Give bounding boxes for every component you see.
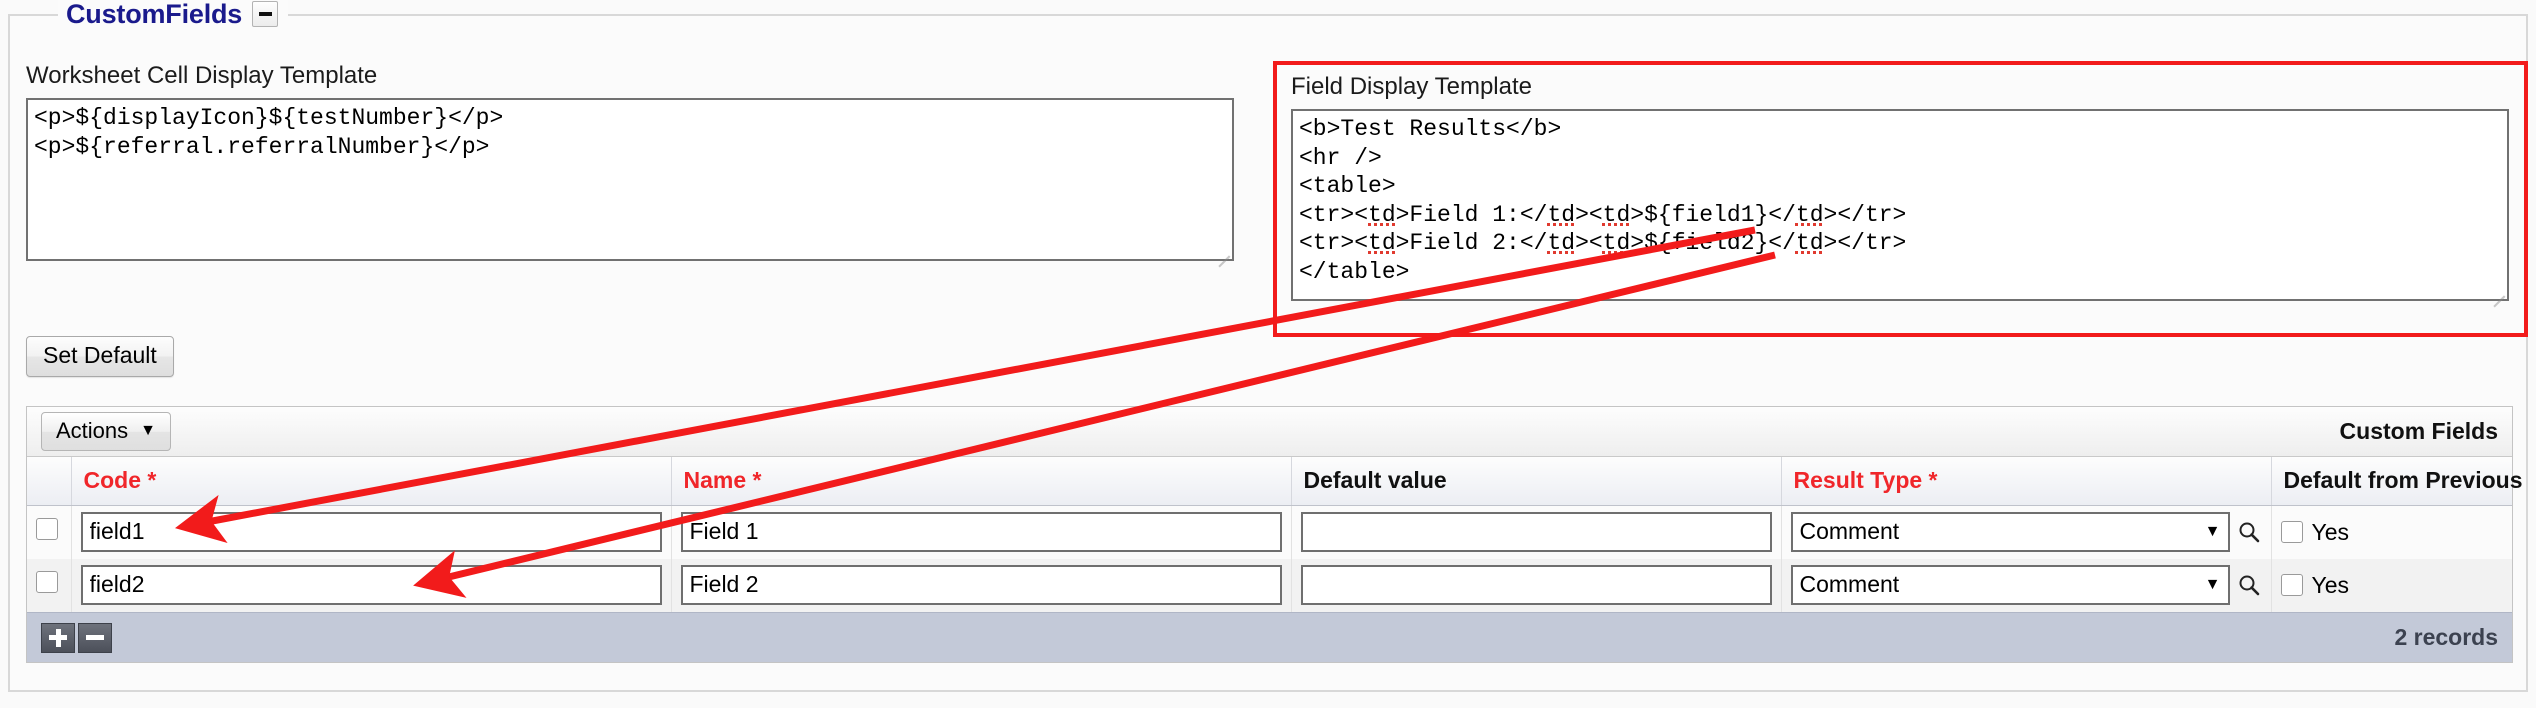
line4-part2: >Field 1:</ (1395, 201, 1548, 228)
line4-part5: ></tr> (1823, 201, 1907, 228)
line5-part5: ></tr> (1823, 230, 1907, 256)
column-header-result-type[interactable]: Result Type * (1781, 457, 2272, 506)
select-all-header (27, 457, 72, 506)
result-type-cell: Comment ▼ (1781, 559, 2272, 612)
worksheet-template-textarea[interactable]: <p>${displayIcon}${testNumber}</p> <p>${… (26, 98, 1234, 261)
default-from-previous-cell: Yes (2271, 559, 2512, 612)
line4-part3: >< (1575, 201, 1603, 228)
line5-misspell3: td (1602, 230, 1631, 256)
column-header-name[interactable]: Name * (671, 457, 1292, 506)
field-template-group: Field Display Template <b>Test Results</… (1291, 73, 2509, 307)
code-cell (71, 505, 672, 559)
row-checkbox[interactable] (36, 518, 58, 540)
plus-icon[interactable] (41, 622, 75, 653)
grid-title: Custom Fields (2339, 418, 2498, 444)
name-input[interactable] (680, 512, 1282, 552)
line5-part2: >Field 2:</ (1395, 230, 1548, 256)
actions-button-label: Actions (56, 418, 129, 443)
code-input[interactable] (80, 565, 662, 605)
minus-icon[interactable] (252, 1, 279, 27)
field-template-label: Field Display Template (1291, 73, 1532, 100)
result-type-select[interactable]: Comment ▼ (1790, 565, 2230, 605)
result-type-select[interactable]: Comment ▼ (1790, 512, 2230, 552)
line4-part4: >${field1}</ (1630, 201, 1796, 228)
code-cell (71, 559, 672, 612)
default-from-previous-label: Yes (2311, 518, 2350, 545)
record-count-label: 2 records (2394, 624, 2498, 650)
column-header-default-value[interactable]: Default value (1291, 457, 1782, 506)
result-type-select-wrap: Comment ▼ (1790, 565, 2262, 605)
code-input[interactable] (80, 512, 662, 552)
worksheet-template-group: Worksheet Cell Display Template <p>${dis… (26, 62, 1234, 267)
chevron-down-icon: ▼ (2204, 575, 2221, 593)
line4-misspell4: td (1795, 201, 1824, 228)
result-type-cell: Comment ▼ (1781, 505, 2272, 559)
line4-misspell1: td (1368, 201, 1396, 228)
line4-part1: <tr>< (1299, 201, 1369, 228)
chevron-down-icon: ▼ (2204, 522, 2221, 540)
default-from-previous-cell: Yes (2271, 505, 2512, 559)
panel-legend: CustomFields (58, 0, 289, 30)
row-select-cell (27, 559, 72, 612)
default-value-input[interactable] (1300, 512, 1772, 552)
line4-misspell2: td (1547, 201, 1576, 228)
magnifier-icon[interactable] (2236, 572, 2262, 598)
result-type-value: Comment (1799, 571, 1900, 597)
line5-misspell4: td (1795, 230, 1824, 256)
line4-misspell3: td (1602, 201, 1631, 228)
grid-footer: 2 records (27, 612, 2512, 662)
line5-part1: <tr>< (1299, 230, 1369, 256)
magnifier-icon[interactable] (2236, 519, 2262, 545)
default-value-cell (1291, 559, 1782, 612)
column-header-default-from-previous[interactable]: Default from Previous (2271, 457, 2523, 506)
field-template-line-6: </table> (1299, 258, 1410, 285)
default-from-previous-label: Yes (2311, 571, 2350, 598)
field-template-highlight-box: Field Display Template <b>Test Results</… (1273, 61, 2528, 337)
row-add-remove-group (41, 622, 112, 653)
custom-fields-table: Code * Name * Default value Result Type … (27, 457, 2523, 612)
worksheet-template-textarea-wrap: <p>${displayIcon}${testNumber}</p> <p>${… (26, 98, 1234, 267)
line5-misspell1: td (1368, 230, 1396, 256)
worksheet-template-label: Worksheet Cell Display Template (26, 62, 378, 89)
line5-part4: >${field2}</ (1630, 230, 1796, 256)
actions-button[interactable]: Actions ▼ (41, 412, 171, 451)
table-header-row: Code * Name * Default value Result Type … (27, 457, 2523, 506)
name-cell (671, 505, 1292, 559)
minus-icon[interactable] (78, 622, 112, 653)
row-select-cell (27, 505, 72, 559)
name-cell (671, 559, 1292, 612)
grid-toolbar: Actions ▼ Custom Fields (27, 407, 2512, 457)
column-header-code[interactable]: Code * (71, 457, 672, 506)
line5-part3: >< (1575, 230, 1603, 256)
field-template-textarea[interactable]: <b>Test Results</b> <hr /> <table> <tr><… (1291, 109, 2509, 301)
field-template-line-4: <tr><td>Field 1:</td><td>${field1}</td><… (1299, 202, 1906, 228)
default-value-cell (1291, 505, 1782, 559)
set-default-button[interactable]: Set Default (26, 336, 174, 377)
table-row: Comment ▼ Yes (27, 559, 2512, 612)
field-template-line-5: <tr><td>Field 2:</td><td>${field2}</td><… (1299, 230, 1906, 256)
chevron-down-icon: ▼ (140, 422, 156, 439)
field-template-textarea-wrap: <b>Test Results</b> <hr /> <table> <tr><… (1291, 109, 2509, 307)
result-type-select-wrap: Comment ▼ (1790, 512, 2262, 552)
line5-misspell2: td (1547, 230, 1576, 256)
result-type-value: Comment (1799, 518, 1900, 544)
field-template-line-2: <hr /> (1299, 144, 1382, 171)
name-input[interactable] (680, 565, 1282, 605)
custom-fields-grid: Actions ▼ Custom Fields Code * Name * De… (26, 406, 2523, 663)
default-value-input[interactable] (1300, 565, 1772, 605)
panel-legend-label: CustomFields (66, 0, 243, 29)
field-template-line-3: <table> (1299, 173, 1396, 199)
default-from-previous-checkbox[interactable] (2280, 574, 2303, 596)
custom-fields-panel: CustomFields Worksheet Cell Display Temp… (8, 0, 2528, 692)
table-row: Comment ▼ Yes (27, 505, 2512, 559)
row-checkbox[interactable] (36, 571, 58, 593)
field-template-line-1: <b>Test Results</b> (1299, 116, 1562, 142)
default-from-previous-checkbox[interactable] (2280, 521, 2303, 543)
